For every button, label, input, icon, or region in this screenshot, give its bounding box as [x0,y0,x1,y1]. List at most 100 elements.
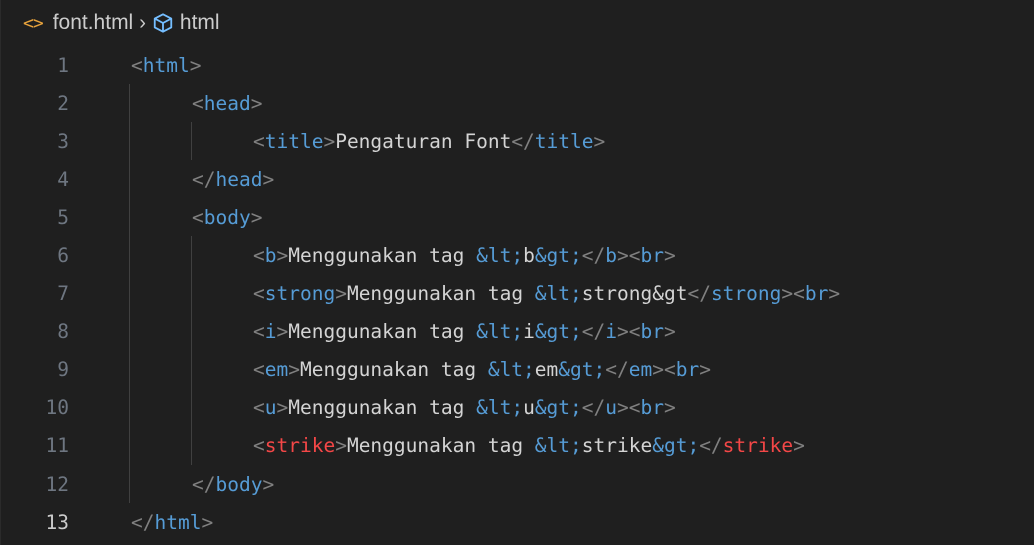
code-token: > [699,358,711,382]
line-number: 4 [57,167,69,191]
code-token: Pengaturan Font [335,129,512,153]
code-token: html [154,510,202,534]
line-number: 11 [45,434,69,458]
code-token: &lt; [476,396,524,420]
code-token: > [664,244,676,268]
code-token: > [250,91,263,115]
code-token: body [203,205,251,229]
code-token: em [534,358,559,382]
code-token: > [781,282,794,306]
code-token: br [675,358,700,382]
code-token: strong [264,282,336,306]
code-token: < [131,53,143,77]
code-token: < [253,244,265,268]
code-token: > [828,282,841,306]
code-token: < [253,129,265,153]
code-token: br [804,282,829,306]
line-number: 6 [57,244,69,268]
code-token: </ [581,320,606,344]
code-content: < html > [131,46,201,84]
code-line[interactable]: 5 < body > [1,198,1034,237]
code-token: &lt; [476,320,524,344]
code-token: Menggunakan tag [346,434,535,458]
line-number: 8 [57,320,69,344]
code-token: head [215,167,263,191]
code-token: em [264,358,289,382]
code-line[interactable]: 3 < title > Pengaturan Font </title > [1,122,1034,161]
line-number: 7 [57,282,69,306]
file-code-icon: <> [23,12,44,34]
code-token: br [640,320,664,344]
code-line[interactable]: 13 </html > [1,503,1034,541]
code-content: </body > [192,465,274,503]
line-number: 1 [57,53,69,77]
indent-guide [191,350,192,389]
code-token: > [617,396,629,420]
code-line[interactable]: 12 </body > [1,465,1034,504]
indent-guide [129,350,130,389]
line-number: 5 [57,205,69,229]
code-token: i [605,320,618,344]
code-editor: <> font.html › html 1 < html >2 < head >3 < titl… [0,0,1034,545]
code-token: </ [581,244,606,268]
code-content: </head > [192,160,274,198]
code-token: &gt; [534,396,582,420]
cube-icon [153,13,173,33]
code-token: strike [722,434,794,458]
code-token: strong [581,282,653,306]
indent-guide [129,465,130,504]
code-token: html [142,53,190,77]
code-token: strong [710,282,782,306]
code-token: u [523,396,535,420]
code-token: > [335,282,347,306]
code-content: < b > Menggunakan tag &lt; b &gt; </b > < br > [253,236,676,274]
code-token: > [189,53,202,77]
code-content: < head > [192,84,262,122]
code-line[interactable]: 1 < html > [1,46,1034,84]
code-line[interactable]: 6 < b > Menggunakan tag &lt; b &gt; </b > < br > [1,236,1034,275]
code-token: &gt; [534,244,582,268]
code-token: < [628,244,641,268]
code-token: &lt; [534,282,582,306]
code-token: &lt; [534,434,582,458]
code-token: i [523,320,535,344]
code-token: < [663,358,676,382]
breadcrumb-element[interactable]: html [180,11,220,35]
code-token: > [652,358,664,382]
code-token: > [617,244,629,268]
code-token: </ [192,167,216,191]
code-line[interactable]: 10 < u > Menggunakan tag &lt; u &gt; </u > < br > [1,388,1034,427]
code-area[interactable]: 1 < html >2 < head >3 < title > Pengaturan Font </t… [1,46,1034,545]
code-token: > [276,320,289,344]
code-token: < [628,396,641,420]
code-line[interactable]: 8 < i > Menggunakan tag &lt; i &gt; </i > < br > [1,312,1034,351]
code-token: > [262,167,275,191]
code-line[interactable]: 2 < head > [1,84,1034,123]
code-token: b [523,244,535,268]
code-token: &lt; [476,244,524,268]
code-token: &lt; [487,358,535,382]
code-content: < em > Menggunakan tag &lt; em &gt; </em > < br > [253,351,711,389]
code-token: > [664,320,676,344]
code-content: < strike > Menggunakan tag &lt; strike &gt; </… [253,427,805,465]
code-token: strike [264,434,336,458]
code-token: </ [131,510,155,534]
code-token: Menggunakan tag [346,282,535,306]
code-token: < [793,282,805,306]
code-line[interactable]: 11 < strike > Menggunakan tag &lt; strike &gt;… [1,426,1034,466]
code-line[interactable]: 7 < strong > Menggunakan tag &lt; strong &gt </… [1,274,1034,313]
code-token: head [203,91,251,115]
line-number: 10 [45,396,69,420]
code-token: Menggunakan tag [288,244,477,268]
line-number: 12 [45,472,69,496]
code-token: title [264,129,324,153]
indent-guide [191,236,192,275]
code-line[interactable]: 9 < em > Menggunakan tag &lt; em &gt; </em > < br > [1,350,1034,389]
code-token: </ [581,396,606,420]
code-token: br [640,396,664,420]
indent-guide [191,426,192,466]
code-token: < [253,434,265,458]
code-line[interactable]: 4 </head > [1,160,1034,199]
code-token: > [288,358,300,382]
breadcrumb-file[interactable]: font.html [53,11,134,35]
